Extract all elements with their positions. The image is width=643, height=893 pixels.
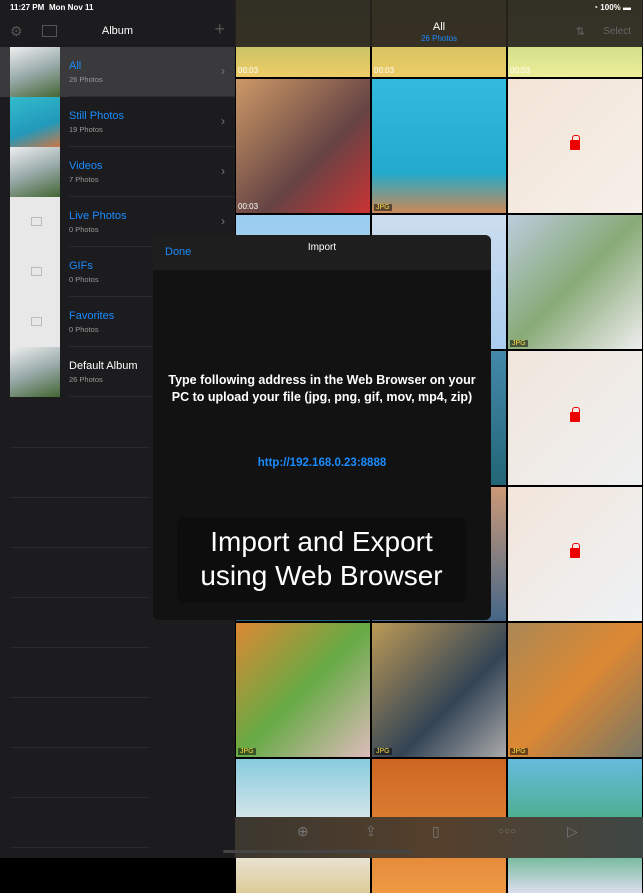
select-button[interactable]: Select <box>603 26 631 37</box>
chevron-right-icon: › <box>221 214 225 228</box>
sidebar-title: Album <box>101 25 134 37</box>
photo-tile[interactable] <box>508 79 642 213</box>
status-date: Mon Nov 11 <box>49 3 94 12</box>
photo-tile[interactable]: 00:03 <box>236 79 370 213</box>
album-name: Default Album <box>69 360 138 372</box>
video-duration: 00:03 <box>238 66 259 75</box>
jpg-badge: JPG <box>510 748 528 755</box>
banner-line-2: using Web Browser <box>200 560 443 591</box>
share-icon[interactable]: ⇪ <box>365 823 377 840</box>
album-count: 7 Photos <box>69 175 99 184</box>
divider <box>10 697 150 698</box>
album-name: Still Photos <box>69 110 125 122</box>
plus-icon[interactable]: + <box>214 19 225 40</box>
photo-tile[interactable]: JPG <box>508 215 642 349</box>
photo-tile[interactable] <box>508 487 642 621</box>
jpg-badge: JPG <box>238 748 256 755</box>
chevron-right-icon: › <box>221 64 225 78</box>
album-thumbnail <box>10 347 60 397</box>
video-duration: 00:03 <box>238 202 259 211</box>
import-title: Import <box>307 242 337 253</box>
album-count: 0 Photos <box>69 225 99 234</box>
banner-line-1: Import and Export <box>210 526 433 557</box>
album-thumbnail <box>10 47 60 97</box>
add-icon[interactable]: ⊕ <box>297 823 309 840</box>
sidebar-header: ⚙ Album + <box>0 15 235 47</box>
album-name: Favorites <box>69 310 115 322</box>
album-count: 19 Photos <box>69 125 103 134</box>
sort-icon[interactable]: ⇅ <box>576 25 585 38</box>
album-name: Videos <box>69 160 103 172</box>
divider <box>10 497 150 498</box>
album-row[interactable]: Videos 7 Photos › <box>0 147 235 197</box>
status-time: 11:27 PM <box>10 3 45 12</box>
album-thumbnail <box>10 247 60 297</box>
photo-tile[interactable]: JPG <box>372 79 506 213</box>
album-name: Live Photos <box>69 210 127 222</box>
photo-tile[interactable]: JPG <box>236 623 370 757</box>
status-battery: ◔ 100% ▬ <box>593 3 631 12</box>
video-duration: 00:03 <box>510 66 531 75</box>
divider <box>10 847 150 848</box>
album-count: 26 Photos <box>69 375 103 384</box>
battery-percent: 100% <box>600 3 621 12</box>
album-thumbnail <box>10 197 60 247</box>
grid-header: ◔ 100% ▬ All 26 Photos ⇅ Select <box>235 0 643 47</box>
jpg-badge: JPG <box>374 748 392 755</box>
divider <box>10 547 150 548</box>
import-instructions: Type following address in the Web Browse… <box>168 373 476 404</box>
trash-icon[interactable]: ▯ <box>432 823 440 840</box>
album-name: All <box>69 60 82 72</box>
import-dialog-header: Done Import <box>153 235 491 270</box>
divider <box>10 647 150 648</box>
album-thumbnail <box>10 147 60 197</box>
lock-icon <box>570 135 580 150</box>
album-name: GIFs <box>69 260 93 272</box>
album-count: 0 Photos <box>69 325 99 334</box>
album-row[interactable]: Still Photos 19 Photos › <box>0 97 235 147</box>
divider <box>10 447 150 448</box>
divider <box>10 797 150 798</box>
photo-tile[interactable] <box>508 351 642 485</box>
lock-icon <box>570 543 580 558</box>
divider <box>10 747 150 748</box>
divider <box>10 597 150 598</box>
photo-tile[interactable]: JPG <box>372 623 506 757</box>
jpg-badge: JPG <box>374 204 392 211</box>
upload-url[interactable]: http://192.168.0.23:8888 <box>153 457 491 469</box>
video-duration: 00:03 <box>374 66 395 75</box>
album-thumbnail <box>10 97 60 147</box>
photo-tile[interactable]: JPG <box>508 623 642 757</box>
home-indicator <box>223 850 413 853</box>
jpg-badge: JPG <box>510 340 528 347</box>
album-count: 0 Photos <box>69 275 99 284</box>
album-count: 26 Photos <box>69 75 103 84</box>
promo-banner: Import and Export using Web Browser <box>177 517 466 603</box>
bottom-toolbar: ⊕ ⇪ ▯ ○○○ ▷ <box>223 817 643 858</box>
album-row[interactable]: All 26 Photos › <box>0 47 235 97</box>
lock-icon <box>570 407 580 422</box>
chevron-right-icon: › <box>221 164 225 178</box>
more-icon[interactable]: ○○○ <box>498 826 516 837</box>
chevron-right-icon: › <box>221 114 225 128</box>
album-thumbnail <box>10 297 60 347</box>
play-icon[interactable]: ▷ <box>567 823 578 840</box>
